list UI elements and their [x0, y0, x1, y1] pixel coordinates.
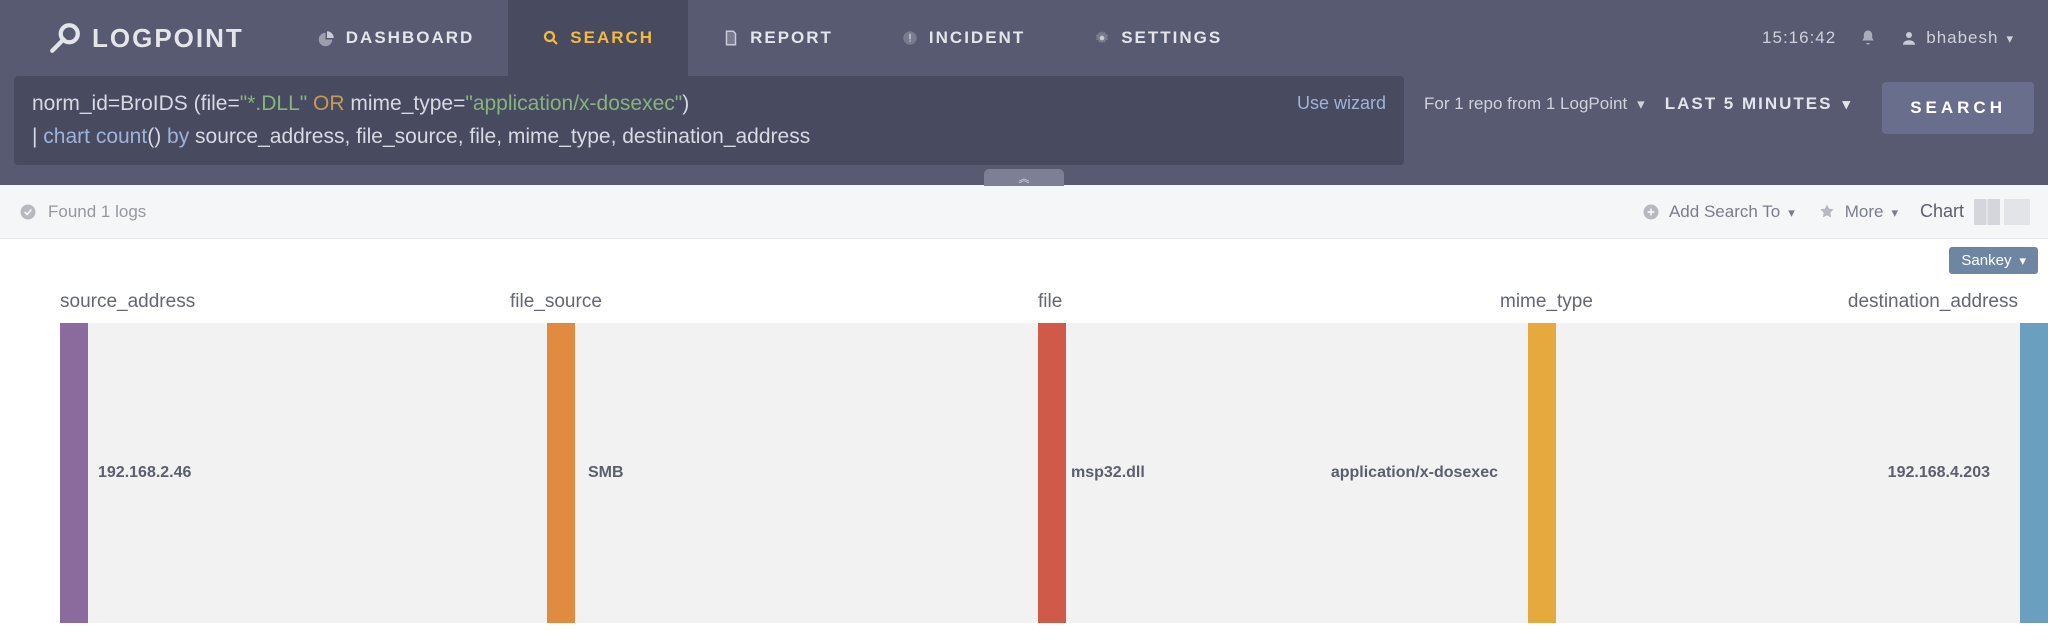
query-editor[interactable]: Use wizard norm_id=BroIDS (file="*.DLL" …: [14, 76, 1404, 165]
use-wizard-link[interactable]: Use wizard: [1297, 90, 1386, 118]
more-menu[interactable]: More: [1817, 202, 1898, 222]
chevron-down-icon: [2019, 252, 2026, 269]
add-search-to-label: Add Search To: [1669, 202, 1780, 222]
nav-label: SEARCH: [570, 28, 654, 48]
collapse-query-handle[interactable]: ︽: [984, 169, 1064, 186]
incident-icon: [901, 29, 919, 47]
sankey-column-header: file_source: [510, 291, 602, 313]
query-line-2: | chart count() by source_address, file_…: [32, 121, 1386, 154]
dashboard-icon: [318, 29, 336, 47]
query-token: |: [32, 125, 43, 148]
chevron-down-icon: [1843, 94, 1853, 114]
query-row: Use wizard norm_id=BroIDS (file="*.DLL" …: [0, 76, 2048, 185]
results-toolbar: Found 1 logs Add Search To More Chart: [0, 185, 2048, 239]
chart-type-selector[interactable]: Sankey: [1949, 247, 2038, 274]
chevron-up-icon: ︽: [1019, 170, 1030, 186]
time-range-selector[interactable]: LAST 5 MINUTES: [1665, 76, 1852, 114]
settings-icon: [1093, 29, 1111, 47]
view-switcher: Chart: [1920, 199, 2030, 225]
clock: 15:16:42: [1762, 28, 1836, 48]
sankey-node-label: msp32.dll: [1071, 464, 1145, 482]
more-label: More: [1845, 202, 1884, 222]
time-range-text: LAST 5 MINUTES: [1665, 94, 1833, 114]
query-token: "*.DLL": [240, 92, 307, 115]
sankey-headers: source_address file_source file mime_type de…: [30, 291, 2018, 317]
sankey-column-header: file: [1038, 291, 1062, 313]
query-line-1: norm_id=BroIDS (file="*.DLL" OR mime_typ…: [32, 88, 1386, 121]
sankey-node[interactable]: [1038, 323, 1066, 623]
sankey-node-label: application/x-dosexec: [1331, 464, 1498, 482]
nav-item-dashboard[interactable]: DASHBOARD: [284, 0, 509, 76]
nav-item-incident[interactable]: INCIDENT: [867, 0, 1059, 76]
chevron-down-icon: [1637, 94, 1645, 114]
sankey-node[interactable]: [1528, 323, 1556, 623]
user-icon: [1900, 29, 1918, 47]
nav-item-settings[interactable]: SETTINGS: [1059, 0, 1256, 76]
view-mode-label: Chart: [1920, 201, 1964, 222]
sankey-node[interactable]: [547, 323, 575, 623]
nav-label: INCIDENT: [929, 28, 1025, 48]
report-icon: [722, 29, 740, 47]
user-menu[interactable]: bhabesh: [1900, 28, 2014, 48]
query-token: norm_id=BroIDS (file=: [32, 92, 240, 115]
sankey-chart: 192.168.2.46 SMB msp32.dll application/x-do…: [30, 323, 2018, 623]
chevron-down-icon: [1788, 202, 1795, 222]
query-token: source_address, file_source, file, mime_…: [189, 125, 810, 148]
sankey-node-label: 192.168.2.46: [98, 464, 191, 482]
chevron-down-icon: [2006, 28, 2014, 48]
brand-text: LOGPOINT: [92, 23, 244, 54]
found-logs-text: Found 1 logs: [48, 202, 146, 222]
brand-logo-icon: [48, 21, 92, 55]
nav-item-search[interactable]: SEARCH: [508, 0, 688, 76]
query-token: "application/x-dosexec": [465, 92, 682, 115]
sankey-column-header: destination_address: [1848, 291, 2018, 313]
query-token: mime_type=: [350, 92, 465, 115]
view-mode-full[interactable]: [2004, 199, 2030, 225]
nav-label: DASHBOARD: [346, 28, 475, 48]
sankey-node-label: 192.168.4.203: [1888, 464, 1990, 482]
view-mode-split[interactable]: [1974, 199, 2000, 225]
plus-circle-icon: [1641, 202, 1661, 222]
bell-icon[interactable]: [1858, 28, 1878, 48]
chart-type-label: Sankey: [1961, 252, 2011, 269]
top-nav: LOGPOINT DASHBOARD SEARCH REPORT INCIDEN…: [0, 0, 2048, 76]
query-token: (): [147, 125, 167, 148]
chart-area: Sankey source_address file_source file mime…: [0, 239, 2048, 623]
brand: LOGPOINT: [0, 0, 284, 76]
nav-right: 15:16:42 bhabesh: [1762, 0, 2048, 76]
repo-scope-text: For 1 repo from 1 LogPoint: [1424, 94, 1627, 114]
nav-label: REPORT: [750, 28, 833, 48]
sankey-link[interactable]: [575, 323, 1038, 623]
search-button[interactable]: SEARCH: [1882, 82, 2034, 134]
query-token: by: [167, 125, 189, 148]
star-icon: [1817, 202, 1837, 222]
sankey-column-header: source_address: [60, 291, 195, 313]
search-nav-icon: [542, 29, 560, 47]
add-search-to-menu[interactable]: Add Search To: [1641, 202, 1795, 222]
user-name: bhabesh: [1926, 28, 1998, 48]
sankey-column-header: mime_type: [1500, 291, 1593, 313]
nav-item-report[interactable]: REPORT: [688, 0, 867, 76]
query-token: ): [682, 92, 689, 115]
sankey-node[interactable]: [2020, 323, 2048, 623]
sankey-node[interactable]: [60, 323, 88, 623]
chevron-down-icon: [1891, 202, 1898, 222]
sankey-node-label: SMB: [588, 464, 624, 482]
nav-items: DASHBOARD SEARCH REPORT INCIDENT SETTING…: [284, 0, 1256, 76]
query-token: chart: [43, 125, 90, 148]
check-circle-icon: [18, 202, 38, 222]
nav-label: SETTINGS: [1121, 28, 1222, 48]
query-token: count: [96, 125, 147, 148]
repo-scope-selector[interactable]: For 1 repo from 1 LogPoint: [1424, 76, 1645, 114]
query-token: OR: [307, 92, 350, 115]
